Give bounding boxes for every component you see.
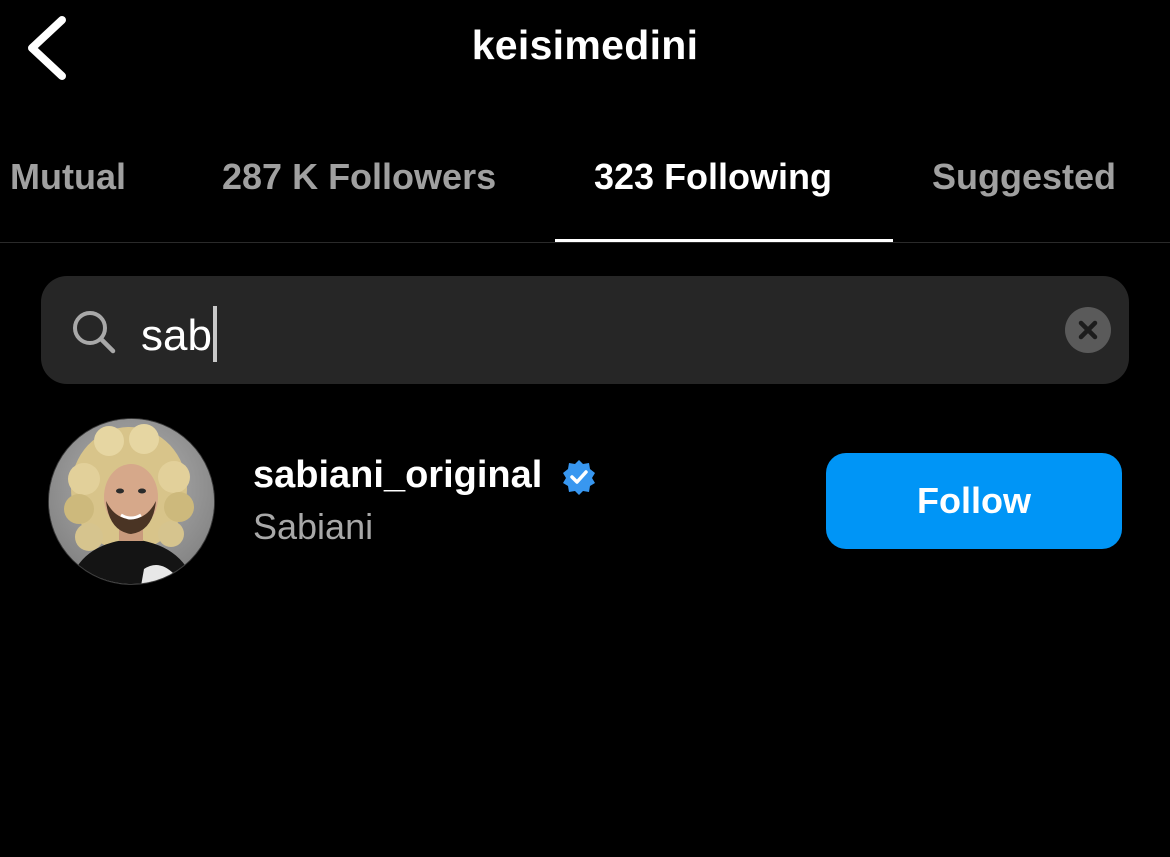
search-icon [73,311,116,354]
page-title: keisimedini [471,22,699,68]
active-tab-indicator [555,239,893,242]
list-item[interactable]: sabiani_original Sabiani Follow [0,410,1170,590]
tab-following[interactable]: 323 Following [594,156,832,198]
avatar-image [49,419,214,584]
text-caret [212,306,217,362]
avatar[interactable] [48,418,215,585]
result-full-name: Sabiani [253,506,374,547]
top-bar: keisimedini [0,0,1170,100]
tab-mutual[interactable]: 2 Mutual [0,156,126,198]
verified-badge-icon [563,460,595,495]
clear-icon [1078,320,1098,340]
tab-followers[interactable]: 287 K Followers [222,156,496,198]
search-query[interactable]: sab [141,306,217,362]
tab-suggested[interactable]: Suggested [932,156,1116,198]
clear-search-button[interactable] [1065,307,1111,353]
tab-bar: 2 Mutual 287 K Followers 323 Following S… [0,118,1170,243]
result-username[interactable]: sabiani_original [253,454,542,497]
follow-button[interactable]: Follow [826,453,1122,549]
search-value: sab [141,311,212,360]
